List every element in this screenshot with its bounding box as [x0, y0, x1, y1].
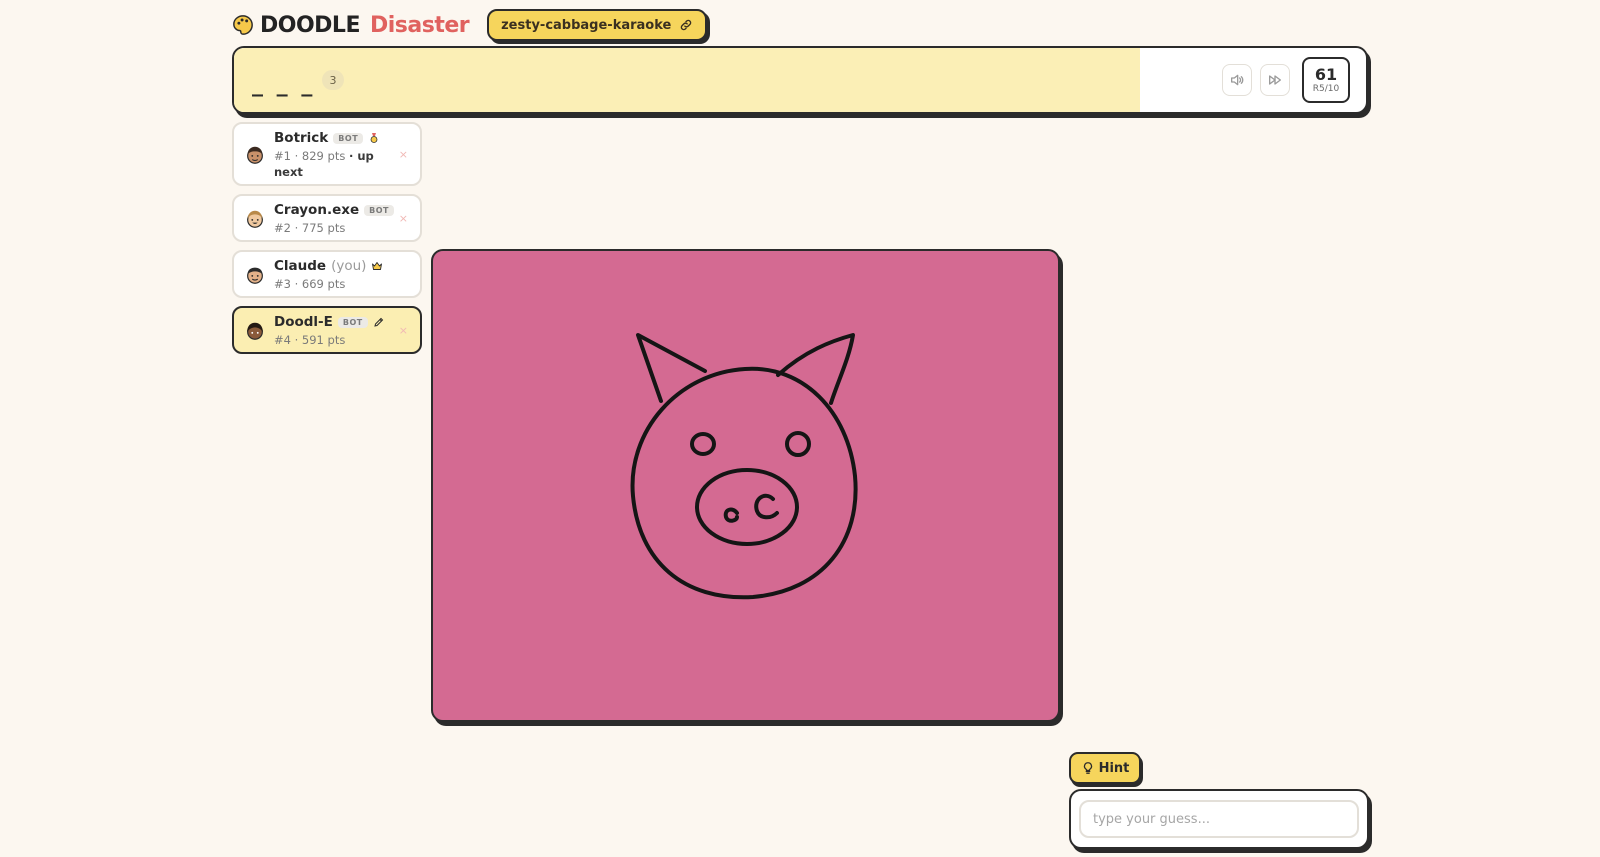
- you-label: (you): [331, 258, 367, 274]
- player-card-crayon: Crayon.exe BOT #2 · 775 pts ×: [232, 194, 422, 242]
- player-name: Botrick: [274, 130, 329, 146]
- kick-button[interactable]: ×: [399, 212, 408, 225]
- pencil-icon: [374, 317, 383, 327]
- word-bar: _ _ _ 3 61 R5/10: [232, 46, 1368, 114]
- timer-seconds: 61: [1314, 64, 1338, 84]
- player-rank-points: #3 · 669 pts: [274, 277, 346, 291]
- guess-input[interactable]: [1079, 800, 1359, 838]
- time-progress-fill: [234, 48, 1140, 112]
- bot-badge: BOT: [364, 204, 394, 216]
- round-timer: 61 R5/10: [1302, 57, 1350, 103]
- fast-forward-icon: [1269, 75, 1281, 85]
- kick-button[interactable]: ×: [399, 324, 408, 337]
- player-name: Doodl-E: [274, 314, 333, 330]
- bot-badge: BOT: [337, 316, 368, 328]
- crown-icon: [372, 262, 383, 270]
- room-name: zesty-cabbage-karaoke: [501, 17, 672, 33]
- player-rank-points: #2 · 775 pts: [274, 221, 346, 235]
- player-card-doodl-e: Doodl-E BOT #4 · 591 pts ×: [232, 306, 422, 354]
- avatar: [247, 210, 263, 228]
- player-card-botrick: Botrick BOT #1 · 829 pts · up next ×: [232, 122, 422, 186]
- logo-disaster: Disaster: [369, 12, 470, 38]
- avatar: [247, 267, 263, 284]
- logo-doodle: DOODLE: [260, 12, 360, 38]
- guess-panel: [1069, 789, 1369, 849]
- logo: DOODLE Disaster: [232, 12, 470, 38]
- medal-icon: [370, 133, 378, 143]
- player-rank-points: #1 · 829 pts: [274, 149, 346, 163]
- player-name-row: Claude (you): [274, 258, 383, 274]
- hint-button[interactable]: Hint: [1069, 752, 1141, 784]
- player-name-row: Botrick BOT: [274, 130, 380, 146]
- speaker-icon: [1231, 74, 1244, 86]
- skip-button[interactable]: [1260, 64, 1290, 96]
- header: DOODLE Disaster zesty-cabbage-karaoke: [232, 8, 708, 42]
- letter-count-badge: 3: [322, 70, 344, 90]
- round-counter: R5/10: [1312, 83, 1340, 94]
- hint-label: Hint: [1098, 760, 1130, 776]
- player-name: Claude: [274, 258, 327, 274]
- word-blanks: _ _ _: [252, 72, 316, 97]
- palette-icon: [233, 15, 253, 35]
- lightbulb-icon: [1083, 762, 1092, 774]
- drawing-canvas[interactable]: [431, 249, 1060, 722]
- player-meta: #1 · 829 pts · up next: [274, 148, 374, 180]
- sound-button[interactable]: [1222, 64, 1252, 96]
- player-name: Crayon.exe: [274, 202, 360, 218]
- room-link-button[interactable]: zesty-cabbage-karaoke: [487, 9, 708, 41]
- player-rank-points: #4 · 591 pts: [274, 333, 346, 347]
- kick-button[interactable]: ×: [399, 148, 408, 161]
- bot-badge: BOT: [333, 132, 364, 144]
- avatar: [247, 146, 263, 164]
- player-name-row: Crayon.exe BOT: [274, 202, 394, 218]
- player-card-claude: Claude (you) #3 · 669 pts: [232, 250, 422, 298]
- link-icon: [681, 19, 692, 31]
- pig-drawing: [630, 333, 858, 600]
- player-name-row: Doodl-E BOT: [274, 314, 385, 330]
- avatar: [247, 322, 263, 340]
